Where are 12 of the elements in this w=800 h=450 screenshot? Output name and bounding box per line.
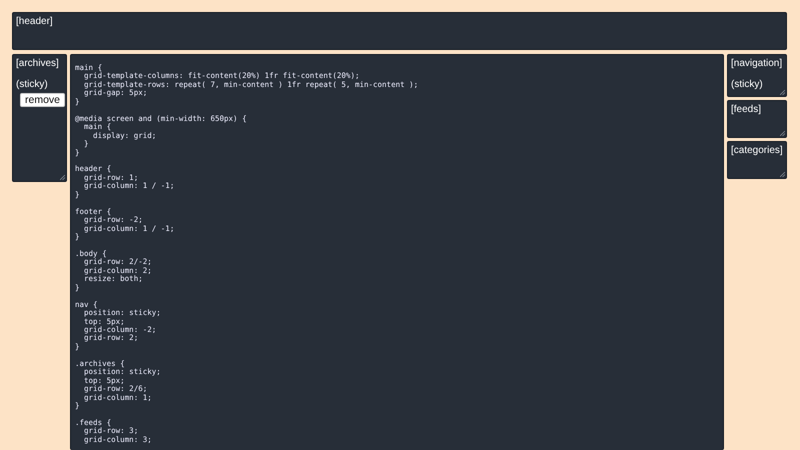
panel-label: [header] [16, 16, 54, 28]
sticky-note: (sticky) [731, 79, 763, 91]
panel-label: [navigation] [731, 58, 783, 70]
resize-grip-icon[interactable] [780, 90, 785, 95]
panel-label: [feeds] [731, 104, 762, 116]
remove-button[interactable]: remove [20, 93, 66, 107]
resize-grip-icon[interactable] [780, 172, 785, 177]
sticky-note: (sticky) [16, 79, 48, 91]
panel-label: [archives] [16, 58, 60, 70]
resize-grip-icon[interactable] [780, 131, 785, 136]
resize-grip-icon[interactable] [60, 175, 65, 180]
panel-label: [categories] [731, 145, 783, 157]
